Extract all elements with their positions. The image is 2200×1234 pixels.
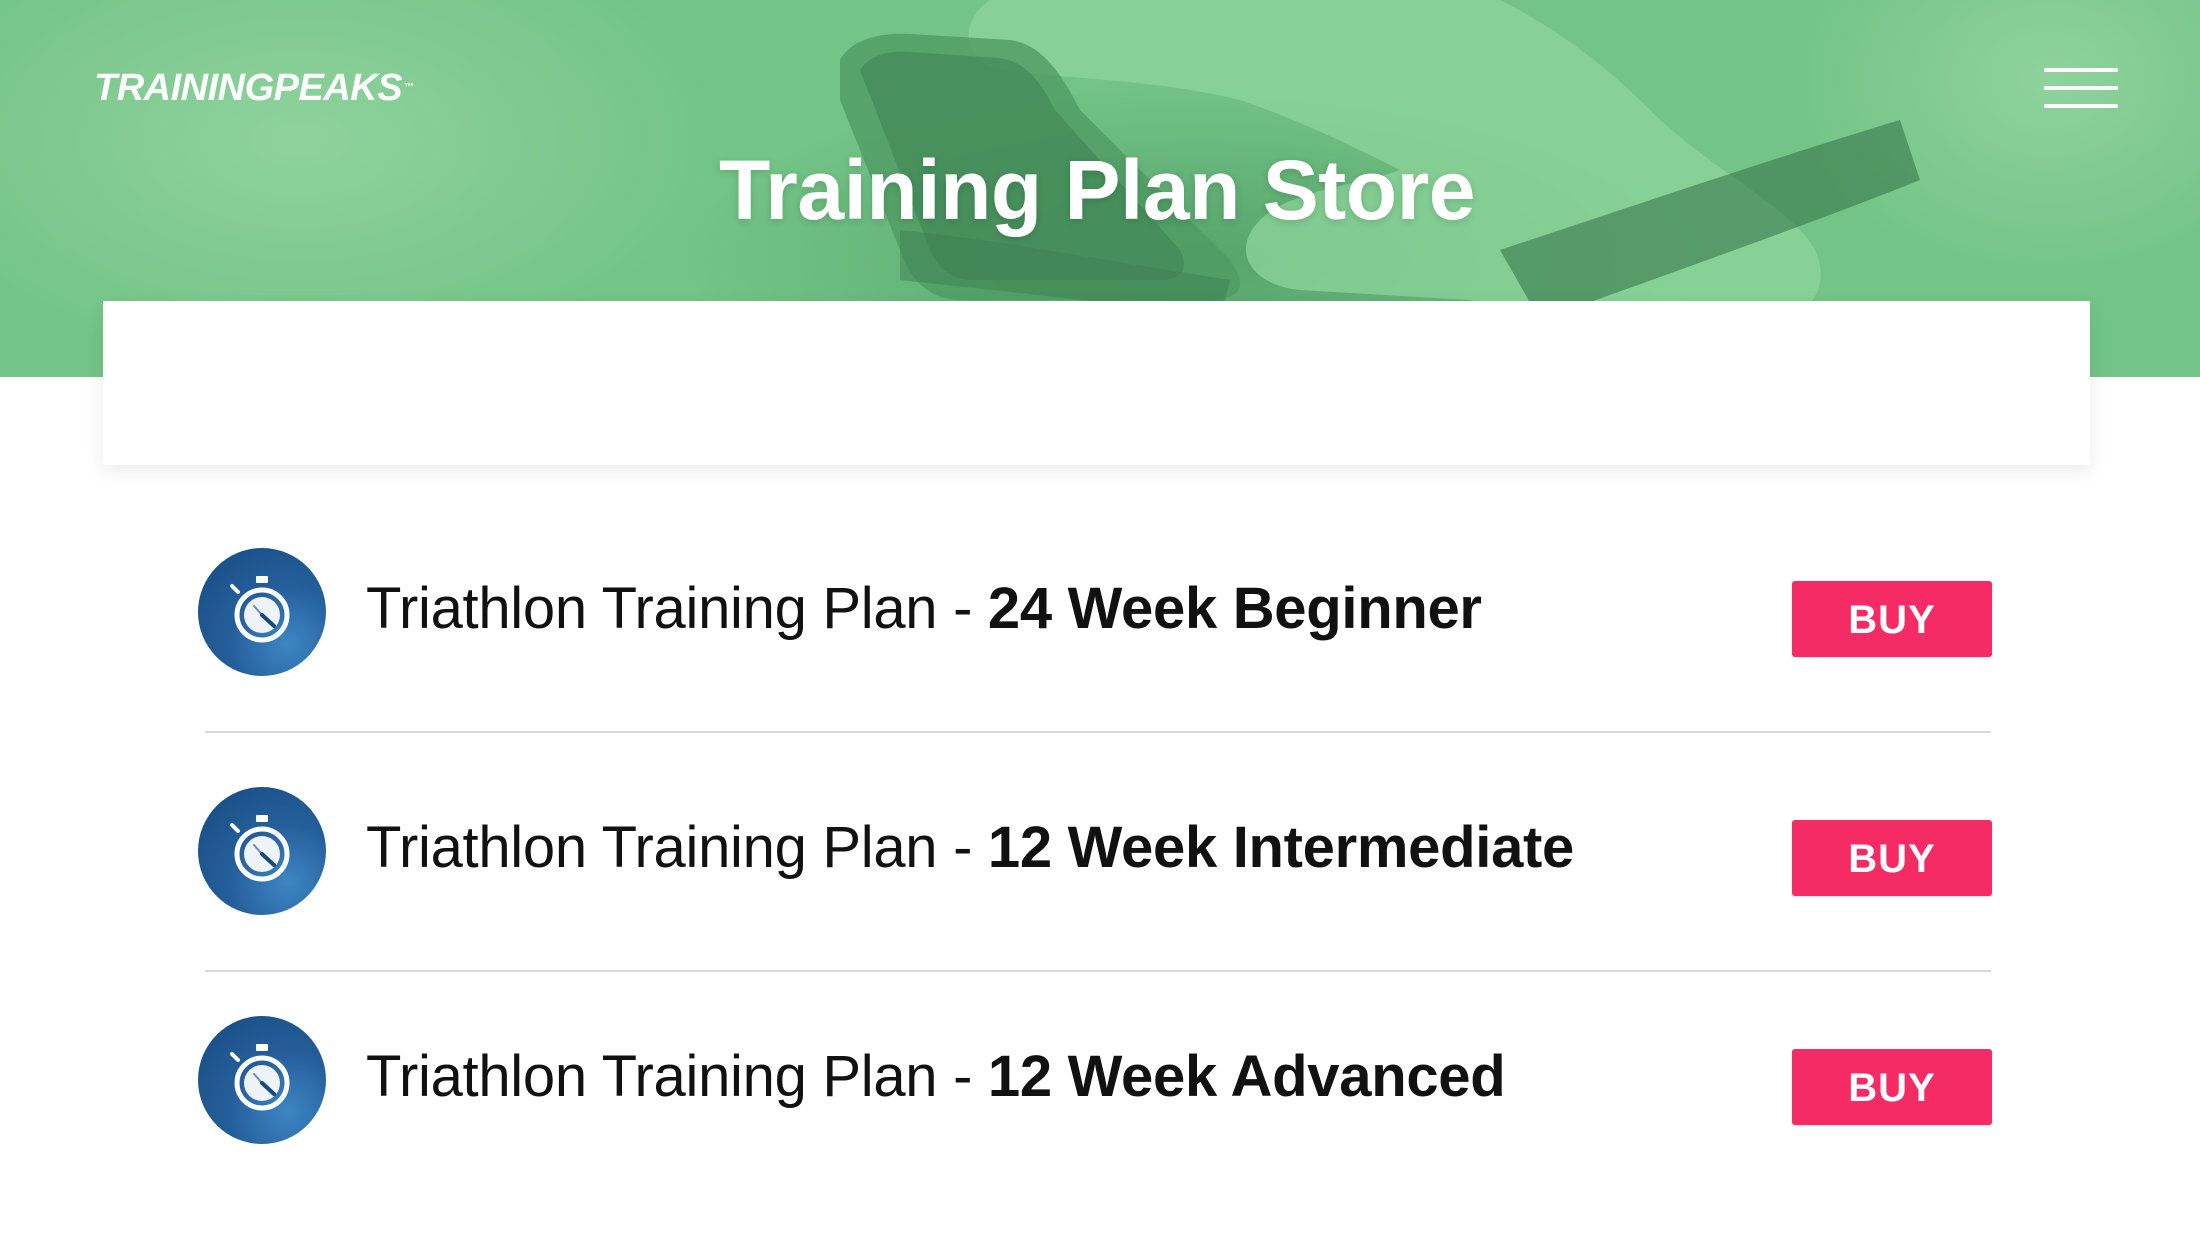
plan-title[interactable]: Triathlon Training Plan - 24 Week Beginn… [366,574,1482,644]
plan-list: Triathlon Training Plan - 24 Week Beginn… [0,0,2200,1234]
plan-title-prefix: Triathlon Training Plan - [366,576,988,641]
plan-title-prefix: Triathlon Training Plan - [366,1044,988,1109]
plan-title-name: 24 Week Beginner [987,576,1482,641]
buy-button[interactable]: BUY [1792,1049,1992,1125]
plan-item-12-week-advanced: Triathlon Training Plan - 12 Week Advanc… [198,1016,1992,1146]
plan-item-12-week-intermediate: Triathlon Training Plan - 12 Week Interm… [198,787,1992,917]
divider [205,970,1991,972]
training-plan-store-page: TRAININGPEAKS ™ Training Plan Store Tria… [0,0,2200,1234]
stopwatch-icon [198,548,326,676]
buy-button[interactable]: BUY [1792,820,1992,896]
plan-item-24-week-beginner: Triathlon Training Plan - 24 Week Beginn… [198,548,1992,678]
plan-title[interactable]: Triathlon Training Plan - 12 Week Interm… [366,813,1574,883]
plan-title-prefix: Triathlon Training Plan - [366,815,988,880]
divider [205,731,1991,733]
plan-title-name: 12 Week Intermediate [987,815,1574,880]
stopwatch-icon [198,1016,326,1144]
buy-button[interactable]: BUY [1792,581,1992,657]
plan-title-name: 12 Week Advanced [987,1044,1506,1109]
stopwatch-icon [198,787,326,915]
plan-title[interactable]: Triathlon Training Plan - 12 Week Advanc… [366,1042,1506,1112]
